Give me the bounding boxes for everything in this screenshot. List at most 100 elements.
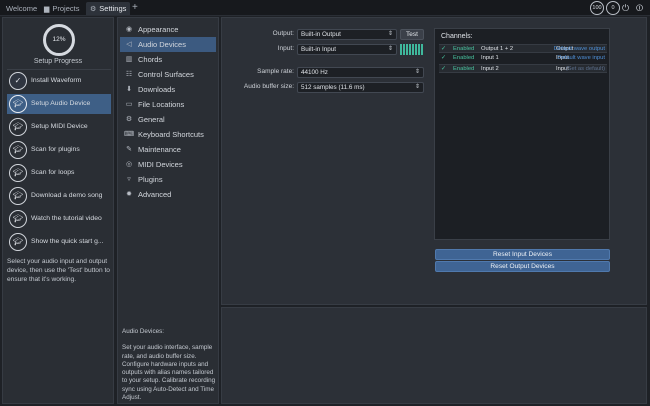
setup-step-install-waveform[interactable]: ✓ Install Waveform xyxy=(7,71,111,91)
audio-devices-panel: Output: Built-in Output ⇕ Test Input: Bui… xyxy=(221,17,647,305)
chevron-updown-icon: ⇕ xyxy=(414,84,420,90)
channel-name: Input 2 xyxy=(481,66,499,72)
output-value: Built-in Output xyxy=(301,31,341,38)
setup-step-midi-device[interactable]: 🎓︎ Setup MIDI Device xyxy=(7,117,111,137)
buffer-size-label: Audio buffer size: xyxy=(243,83,294,90)
chevron-updown-icon: ⇕ xyxy=(414,69,420,75)
channel-row[interactable]: ✓ Enabled Output 1 + 2 Output Default wa… xyxy=(439,44,607,53)
setup-step-scan-loops[interactable]: 🎓︎ Scan for loops xyxy=(7,163,111,183)
nav-item-general[interactable]: ⚙ General xyxy=(120,112,216,127)
tab-welcome[interactable]: Welcome xyxy=(2,2,41,15)
tab-projects[interactable]: ▆ Projects xyxy=(40,2,83,15)
folder-icon: ▭ xyxy=(125,101,133,108)
check-icon: ✓ xyxy=(9,72,27,90)
setup-hint-text: Select your audio input and output devic… xyxy=(7,258,110,283)
tab-settings[interactable]: ⚙ Settings xyxy=(86,2,131,15)
divider xyxy=(7,69,111,70)
power-icon[interactable]: ⏼ xyxy=(636,1,643,15)
buffer-size-select[interactable]: 512 samples (11.6 ms) ⇕ xyxy=(297,82,424,93)
nav-item-audio-devices[interactable]: ◁ Audio Devices xyxy=(120,37,216,52)
test-button[interactable]: Test xyxy=(400,29,424,40)
meter-segment xyxy=(415,44,417,55)
wrench-icon: ✎ xyxy=(126,146,132,153)
channel-set-default-link[interactable]: (Set as default) xyxy=(566,65,605,74)
channels-list: Channels: ✓ Enabled Output 1 + 2 Output … xyxy=(434,28,610,240)
setup-step-quick-start[interactable]: 🎓︎ Show the quick start g... xyxy=(7,232,111,252)
sample-rate-select[interactable]: 44100 Hz ⇕ xyxy=(297,67,424,78)
nav-description-text: Set your audio interface, sample rate, a… xyxy=(122,344,216,402)
tab-bar: Welcome ▆ Projects ⚙ Settings + 100 0 ⏻ ⏼ xyxy=(0,0,650,16)
check-icon[interactable]: ✓ xyxy=(441,45,446,54)
channel-row[interactable]: ✓ Enabled Input 2 Input (Set as default) xyxy=(439,64,607,73)
add-tab-button[interactable]: + xyxy=(132,2,138,14)
setup-step-demo-song[interactable]: 🎓︎ Download a demo song xyxy=(7,186,111,206)
sample-rate-value: 44100 Hz xyxy=(301,69,328,76)
check-icon[interactable]: ✓ xyxy=(441,65,446,74)
sample-rate-label: Sample rate: xyxy=(257,68,294,75)
graduation-cap-icon: 🎓︎ xyxy=(9,187,27,205)
setup-step-label: Download a demo song xyxy=(31,192,103,199)
setup-step-label: Watch the tutorial video xyxy=(31,215,102,222)
reset-output-devices-button[interactable]: Reset Output Devices xyxy=(435,261,610,272)
tab-projects-label: Projects xyxy=(52,4,80,13)
meter-segment xyxy=(403,44,405,55)
setup-step-audio-device[interactable]: 🎓︎ Setup Audio Device xyxy=(7,94,111,114)
nav-item-chords[interactable]: ▥ Chords xyxy=(120,52,216,67)
graduation-cap-icon: 🎓︎ xyxy=(9,210,27,228)
midi-icon: ◎ xyxy=(125,161,133,168)
meter-segment xyxy=(418,44,420,55)
chords-icon: ▥ xyxy=(125,56,133,63)
channels-title: Channels: xyxy=(441,33,473,40)
chevron-updown-icon: ⇕ xyxy=(387,46,393,52)
channel-enabled: Enabled xyxy=(453,66,475,72)
setup-panel: 12% Setup Progress ✓ Install Waveform 🎓︎… xyxy=(2,17,114,404)
channel-row[interactable]: ✓ Enabled Input 1 Input Default wave inp… xyxy=(439,54,607,63)
keyboard-icon: ⌨ xyxy=(124,131,135,138)
channel-default-link[interactable]: Default wave input xyxy=(557,54,605,63)
reset-input-devices-button[interactable]: Reset Input Devices xyxy=(435,249,610,260)
nav-item-downloads[interactable]: ⬇ Downloads xyxy=(120,82,216,97)
channel-default-link[interactable]: Default wave output xyxy=(554,45,605,54)
nav-item-label: Keyboard Shortcuts xyxy=(138,130,204,139)
setup-step-label: Show the quick start g... xyxy=(31,238,104,245)
nav-item-midi-devices[interactable]: ◎ MIDI Devices xyxy=(120,157,216,172)
cpu-meter[interactable]: 100 xyxy=(590,1,604,15)
meter-segment xyxy=(421,44,423,55)
setup-progress-label: Setup Progress xyxy=(33,58,83,65)
output-select[interactable]: Built-in Output ⇕ xyxy=(297,29,397,40)
meter-segment xyxy=(412,44,414,55)
nav-item-file-locations[interactable]: ▭ File Locations xyxy=(120,97,216,112)
count-indicator[interactable]: 0 xyxy=(606,1,620,15)
setup-step-label: Setup Audio Device xyxy=(31,100,91,107)
setup-progress-value: 12% xyxy=(52,36,66,43)
download-icon: ⬇ xyxy=(126,86,132,93)
input-select[interactable]: Built-in Input ⇕ xyxy=(297,44,397,55)
plug-icon[interactable]: ⏻ xyxy=(622,1,629,15)
setup-step-tutorial-video[interactable]: 🎓︎ Watch the tutorial video xyxy=(7,209,111,229)
graduation-cap-icon: 🎓︎ xyxy=(9,164,27,182)
buffer-size-value: 512 samples (11.6 ms) xyxy=(301,84,365,91)
nav-description: Audio Devices: Set your audio interface,… xyxy=(122,328,218,402)
folder-icon: ▆ xyxy=(44,6,50,13)
nav-item-plugins[interactable]: ▿ Plugins xyxy=(120,172,216,187)
nav-item-control-surfaces[interactable]: ☷ Control Surfaces xyxy=(120,67,216,82)
meter-segment xyxy=(409,44,411,55)
setup-step-label: Scan for loops xyxy=(31,169,75,176)
test-button-label: Test xyxy=(406,31,418,38)
control-surface-icon: ☷ xyxy=(125,71,133,78)
check-icon[interactable]: ✓ xyxy=(441,54,446,63)
output-label: Output: xyxy=(272,30,294,37)
setup-step-label: Scan for plugins xyxy=(31,146,80,153)
input-level-meter xyxy=(400,44,424,55)
nav-item-appearance[interactable]: ◉ Appearance xyxy=(120,22,216,37)
channel-enabled: Enabled xyxy=(453,46,475,52)
setup-step-scan-plugins[interactable]: 🎓︎ Scan for plugins xyxy=(7,140,111,160)
input-value: Built-in Input xyxy=(301,46,337,53)
nav-item-label: Chords xyxy=(138,55,163,64)
gear-icon: ⚙ xyxy=(90,6,97,13)
nav-item-advanced[interactable]: ✹ Advanced xyxy=(120,187,216,202)
eye-icon: ◉ xyxy=(125,26,133,33)
nav-item-keyboard-shortcuts[interactable]: ⌨ Keyboard Shortcuts xyxy=(120,127,216,142)
nav-item-label: Plugins xyxy=(138,175,163,184)
nav-item-maintenance[interactable]: ✎ Maintenance xyxy=(120,142,216,157)
